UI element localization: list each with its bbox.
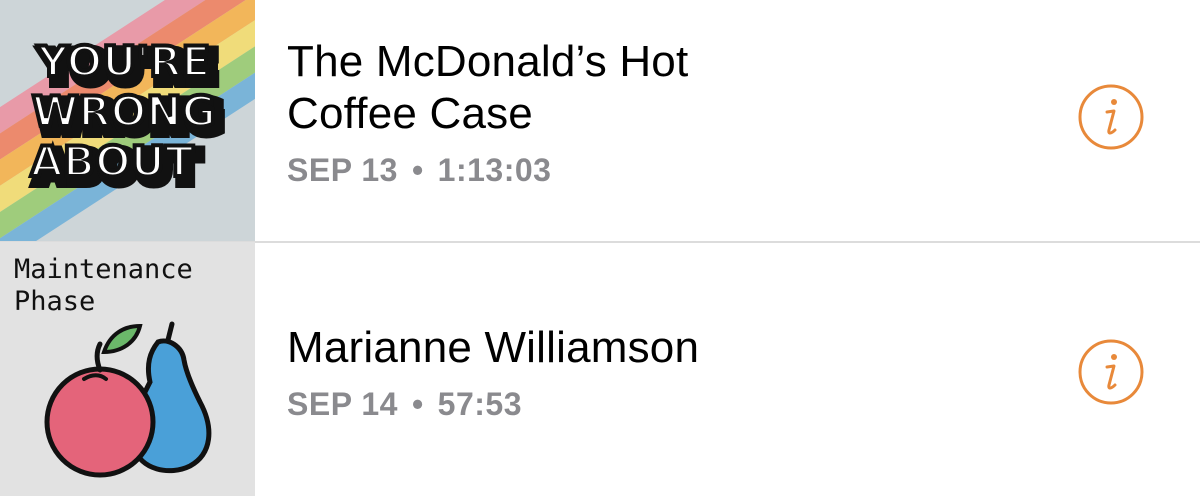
episode-title-line-2: Coffee Case: [287, 89, 533, 138]
art-line-1: Maintenance: [14, 254, 193, 285]
episode-row[interactable]: Maintenance Phase Marianne Williamson SE…: [0, 242, 1200, 496]
art-line-1: YOU'RE: [37, 37, 211, 86]
art-line-3: ABOUT: [31, 137, 194, 186]
episode-info: Marianne Williamson SEP 14 • 57:53: [287, 322, 699, 422]
info-button[interactable]: [1077, 338, 1145, 406]
episode-meta: SEP 14 • 57:53: [287, 386, 699, 422]
episode-title: The McDonald’s Hot Coffee Case: [287, 36, 688, 140]
episode-title-line-1: The McDonald’s Hot: [287, 37, 689, 86]
art-line-2: Phase: [14, 286, 96, 317]
meta-separator: •: [411, 152, 424, 188]
episode-date: SEP 14: [287, 386, 398, 422]
info-circle-icon: [1078, 84, 1144, 150]
episode-meta: SEP 13 • 1:13:03: [287, 152, 688, 188]
episode-duration: 1:13:03: [437, 152, 552, 188]
episode-info: The McDonald’s Hot Coffee Case SEP 13 • 1:…: [287, 36, 688, 188]
podcast-art-title: Maintenance Phase: [14, 254, 193, 318]
info-circle-icon: [1078, 339, 1144, 405]
podcast-artwork-maintenance-phase: Maintenance Phase: [0, 242, 255, 496]
episode-title: Marianne Williamson: [287, 322, 699, 374]
episode-row[interactable]: YOU'RE YOU'RE WRONG WRONG ABOUT ABOUT Th…: [0, 0, 1200, 241]
art-line-2: WRONG: [32, 87, 216, 136]
podcast-artwork-youre-wrong-about: YOU'RE YOU'RE WRONG WRONG ABOUT ABOUT: [0, 0, 255, 241]
info-button[interactable]: [1077, 83, 1145, 151]
episode-date: SEP 13: [287, 152, 398, 188]
episode-title-line-1: Marianne Williamson: [287, 323, 700, 372]
episode-list: YOU'RE YOU'RE WRONG WRONG ABOUT ABOUT Th…: [0, 0, 1200, 496]
episode-duration: 57:53: [437, 386, 522, 422]
meta-separator: •: [411, 386, 424, 422]
